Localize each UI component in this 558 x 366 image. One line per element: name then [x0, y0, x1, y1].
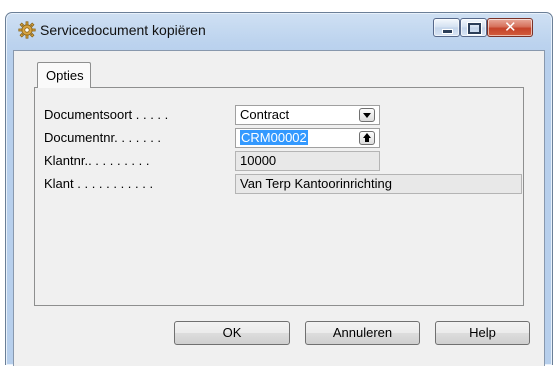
documentnr-label: Documentnr. . . . . . . [44, 130, 162, 145]
lookup-button[interactable] [359, 131, 375, 145]
window-title: Servicedocument kopiëren [40, 22, 206, 38]
maximize-icon [468, 23, 481, 34]
dialog-client-area: Opties Documentsoort . . . . . Contract … [13, 50, 545, 366]
ok-button[interactable]: OK [174, 321, 290, 345]
documentsoort-label: Documentsoort . . . . . [44, 107, 169, 122]
title-bar[interactable]: Servicedocument kopiëren ✕ [6, 13, 552, 55]
minimize-button[interactable] [433, 18, 460, 37]
documentnr-input[interactable]: CRM00002 [235, 128, 380, 148]
close-button[interactable]: ✕ [487, 18, 533, 37]
klant-field: Van Terp Kantoorinrichting [235, 174, 522, 194]
chevron-down-icon [363, 113, 371, 118]
tab-label: Opties [46, 68, 84, 83]
tab-opties[interactable]: Opties [37, 62, 91, 88]
cancel-button[interactable]: Annuleren [305, 321, 420, 345]
gear-icon [18, 21, 36, 39]
dialog-window: Servicedocument kopiëren ✕ Opties Docume… [5, 12, 553, 366]
klantnr-value: 10000 [240, 153, 277, 168]
help-button[interactable]: Help [435, 321, 530, 345]
klantnr-field: 10000 [235, 151, 380, 171]
klant-value: Van Terp Kantoorinrichting [240, 176, 393, 191]
documentnr-value: CRM00002 [240, 130, 308, 145]
tab-panel-opties: Documentsoort . . . . . Contract Documen… [34, 87, 524, 306]
close-icon: ✕ [504, 19, 517, 36]
documentsoort-dropdown[interactable]: Contract [235, 105, 380, 125]
documentsoort-value: Contract [240, 107, 290, 122]
klant-label: Klant . . . . . . . . . . . [44, 176, 154, 191]
klantnr-label: Klantnr.. . . . . . . . . [44, 153, 150, 168]
maximize-button[interactable] [460, 18, 487, 37]
dropdown-button[interactable] [359, 108, 375, 122]
minimize-icon [442, 29, 453, 34]
